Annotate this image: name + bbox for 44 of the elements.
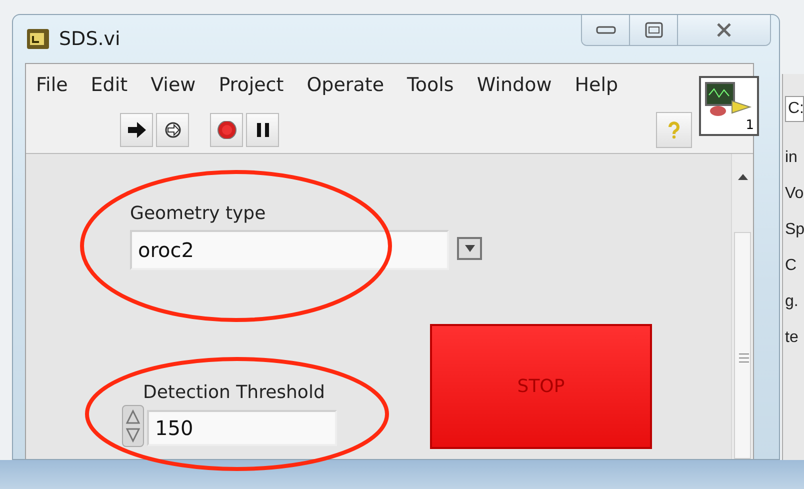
close-button[interactable] (678, 15, 770, 45)
spinner-arrows-icon (126, 409, 140, 443)
scroll-thumb[interactable] (734, 232, 751, 459)
menu-item[interactable]: File (36, 70, 79, 100)
run-button[interactable] (120, 112, 153, 146)
control-label: Geometry type (130, 202, 266, 226)
background-text: Sp (785, 222, 804, 238)
run-continuous-icon (162, 120, 182, 138)
path-field[interactable]: C: (785, 96, 804, 122)
minimize-icon (596, 25, 616, 35)
menu-item[interactable]: View (150, 70, 207, 100)
menu-item[interactable]: Edit (90, 70, 139, 100)
background-text: te (785, 330, 800, 346)
scroll-up-icon (738, 174, 748, 180)
menu-item[interactable]: Window (476, 70, 563, 100)
background-text: g. (785, 294, 800, 310)
run-arrow-icon (126, 120, 146, 138)
maximize-button[interactable] (630, 15, 678, 45)
ring-field[interactable]: oroc2 (130, 230, 449, 270)
increment-spinner[interactable] (122, 405, 144, 447)
menu-item[interactable]: Help (574, 70, 630, 100)
vertical-scrollbar[interactable] (731, 154, 753, 459)
run-continuous-button[interactable] (156, 112, 189, 146)
pause-button[interactable] (246, 112, 279, 146)
close-icon (715, 22, 733, 38)
dropdown-button[interactable] (457, 237, 482, 260)
background-text: Vo (785, 186, 804, 202)
app-icon (27, 29, 49, 49)
abort-button[interactable] (210, 112, 243, 146)
minimize-button[interactable] (582, 15, 630, 45)
background-text: C (785, 258, 798, 274)
menu-item[interactable]: Operate (306, 70, 396, 100)
window-title: SDS.vi (59, 26, 120, 52)
caret-icon (464, 245, 474, 252)
menu-item[interactable]: Tools (407, 70, 465, 100)
control-label: Detection Threshold (143, 381, 325, 405)
abort-icon (216, 120, 236, 138)
vi-icon[interactable]: 1 (699, 76, 759, 136)
grip-icon (739, 353, 749, 363)
maximize-icon (644, 22, 662, 38)
background-text: in (785, 150, 798, 166)
numeric-field[interactable]: 150 (147, 410, 337, 446)
connector-number: 1 (746, 119, 755, 134)
menu-item[interactable]: Project (218, 70, 295, 100)
